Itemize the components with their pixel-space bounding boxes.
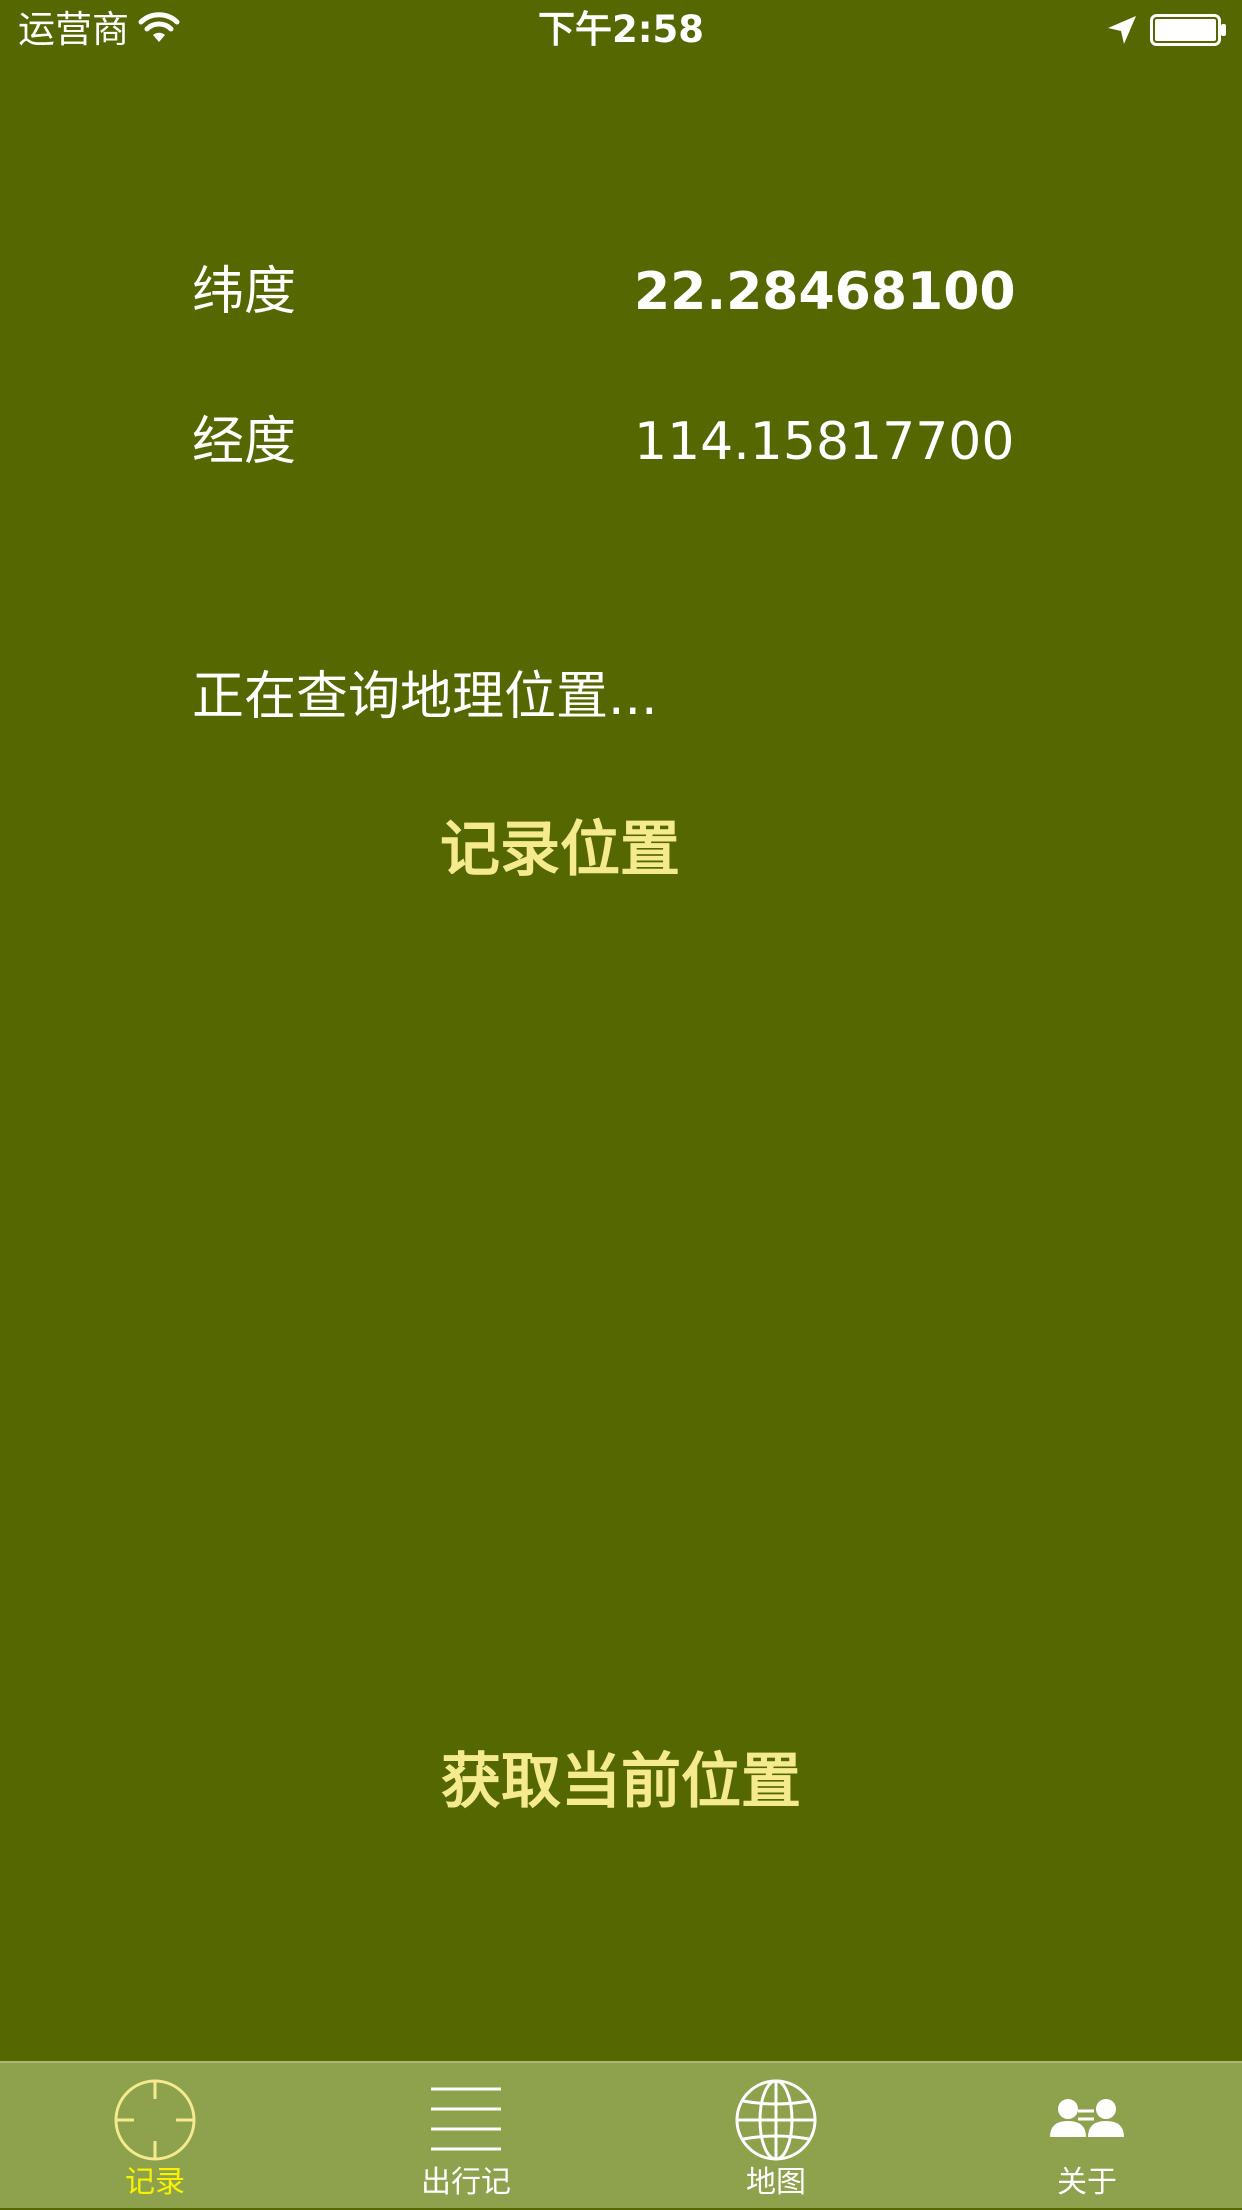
location-arrow-icon <box>1108 16 1136 44</box>
address-status-text: 正在查询地理位置... <box>192 667 658 727</box>
list-icon <box>431 2087 501 2151</box>
status-time: 下午2:58 <box>537 8 705 51</box>
tab-trips[interactable]: 出行记 <box>311 2063 621 2210</box>
tab-bar: 记录 出行记 地图 关于 <box>0 2061 1242 2208</box>
battery-icon <box>1150 14 1226 46</box>
tab-map[interactable]: 地图 <box>621 2063 931 2210</box>
status-bar: 运营商 下午2:58 <box>0 0 1242 60</box>
tab-about-label: 关于 <box>1057 2165 1117 2200</box>
crosshair-icon <box>114 2079 196 2161</box>
tab-map-label: 地图 <box>746 2165 806 2200</box>
tab-record[interactable]: 记录 <box>0 2063 310 2210</box>
tab-record-label: 记录 <box>125 2165 185 2200</box>
get-current-location-button[interactable]: 获取当前位置 <box>371 1740 871 1824</box>
longitude-value: 114.15817700 <box>634 412 1015 472</box>
screen: 运营商 下午2:58 纬度 22.28468100 经度 114.1581770… <box>0 0 1242 2208</box>
tab-trips-label: 出行记 <box>421 2165 511 2200</box>
globe-icon <box>735 2079 817 2161</box>
latitude-label: 纬度 <box>192 262 297 322</box>
record-location-button[interactable]: 记录位置 <box>380 810 740 890</box>
longitude-label: 经度 <box>192 412 297 472</box>
latitude-value: 22.28468100 <box>634 262 1016 322</box>
people-icon <box>1050 2099 1124 2137</box>
tab-about[interactable]: 关于 <box>932 2063 1242 2210</box>
